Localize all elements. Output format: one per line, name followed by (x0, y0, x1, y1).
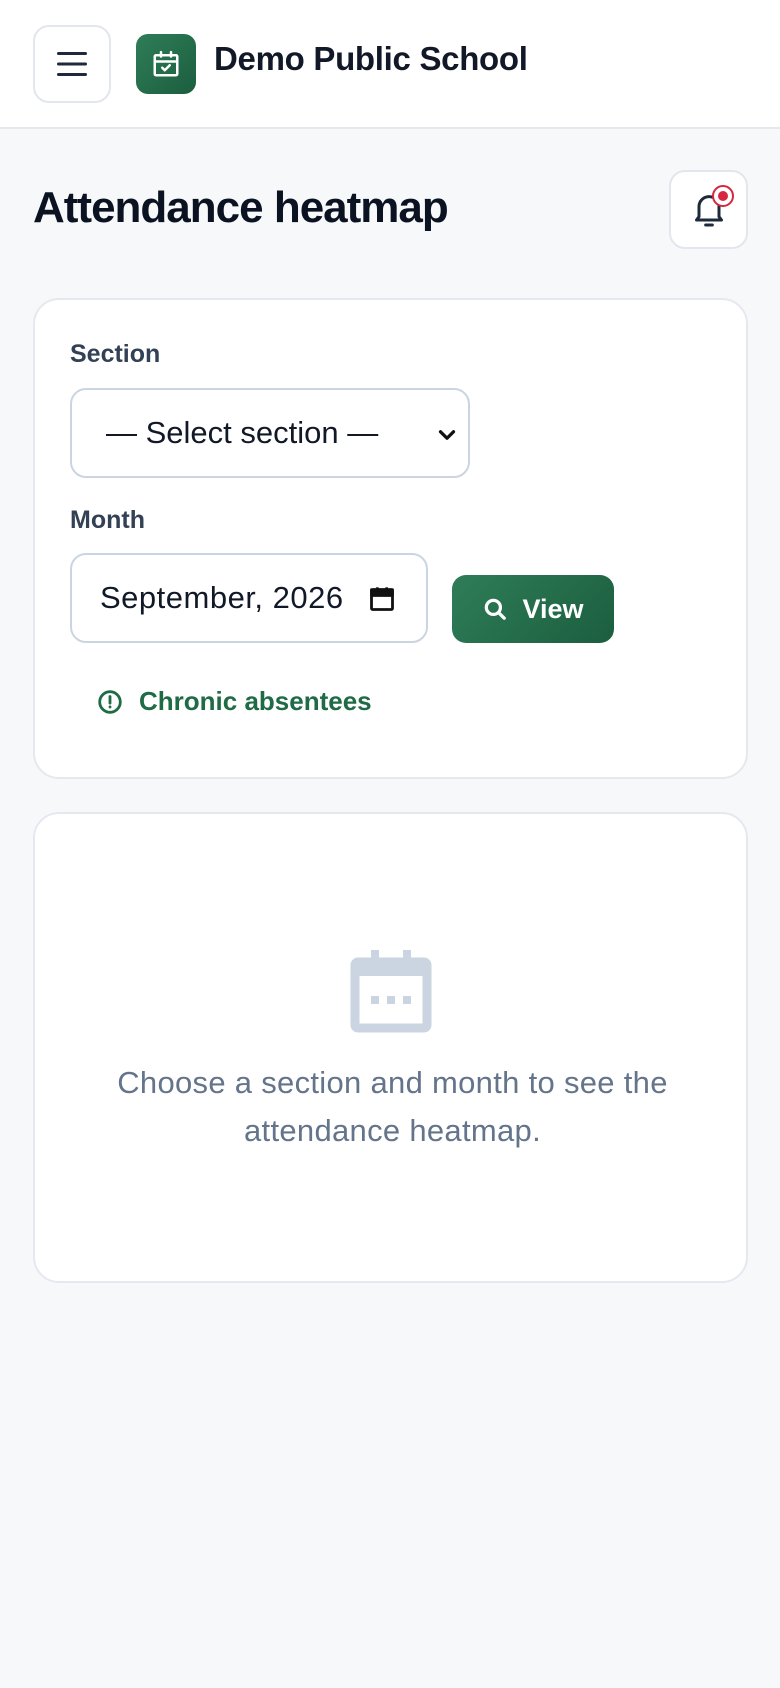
section-label: Section (70, 340, 161, 368)
chevron-down-icon (438, 430, 456, 440)
alert-circle-icon (98, 689, 122, 714)
calendar-icon[interactable] (368, 585, 396, 613)
month-label: Month (70, 506, 145, 534)
menu-button[interactable] (33, 25, 111, 103)
section-select[interactable]: — Select section — (70, 388, 470, 478)
school-name: Demo Public School (214, 40, 528, 77)
calendar-check-icon (153, 50, 179, 77)
page-title: Attendance heatmap (33, 183, 449, 232)
notifications-button[interactable] (669, 170, 748, 249)
view-button-label: View (522, 593, 584, 624)
notification-badge (712, 185, 734, 207)
chronic-absentees-label: Chronic absentees (139, 686, 372, 716)
chronic-absentees-link[interactable]: Chronic absentees (97, 686, 372, 717)
top-bar: Demo Public School (0, 0, 780, 129)
heatmap-empty-state: Choose a section and month to see the at… (33, 812, 748, 1283)
month-input-value: September, 2026 (100, 580, 344, 615)
calendar-empty-icon (350, 950, 432, 1033)
search-icon (485, 598, 507, 620)
empty-state-message: Choose a section and month to see the at… (117, 1065, 668, 1148)
menu-icon (57, 52, 87, 76)
school-logo[interactable] (136, 34, 196, 94)
section-select-value: — Select section — (106, 415, 379, 450)
view-button[interactable]: View (452, 575, 614, 643)
month-input[interactable]: September, 2026 (70, 553, 428, 643)
filters-card: Section — Select section — Month Septemb… (33, 298, 748, 779)
